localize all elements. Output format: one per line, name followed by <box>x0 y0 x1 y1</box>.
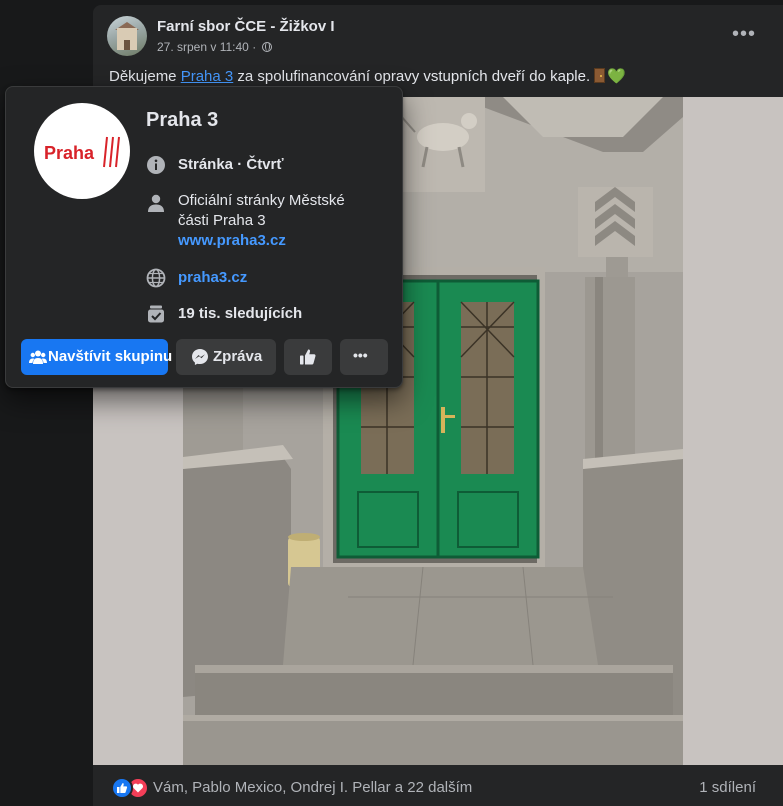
praha-logo-bars-icon <box>103 136 120 168</box>
post-header: Farní sbor ČCE - Žižkov I 27. srpen v 11… <box>107 16 783 58</box>
hovercard-followers: 19 tis. sledujících <box>178 305 303 322</box>
description-link[interactable]: www.praha3.cz <box>178 231 368 251</box>
person-icon <box>148 194 164 212</box>
door-emoji-icon <box>594 68 606 83</box>
like-page-button[interactable] <box>284 339 332 375</box>
shares-count[interactable]: 1 sdílení <box>699 779 756 796</box>
post-date[interactable]: 27. srpen v 11:40 <box>157 40 249 54</box>
followers-check-icon <box>148 305 164 323</box>
praha3-logo-avatar[interactable]: Praha <box>34 103 130 199</box>
description-text: Oficiální stránky Městské části Praha 3 <box>178 192 345 229</box>
post-text: Děkujeme Praha 3 za spolufinancování opr… <box>109 67 626 85</box>
visit-group-label: Navštívit skupinu <box>48 348 173 365</box>
post-text-end: za spolufinancování opravy vstupních dve… <box>233 68 591 85</box>
praha-logo-text: Praha <box>44 143 95 163</box>
messenger-icon <box>192 349 208 365</box>
page-name-link[interactable]: Farní sbor ČCE - Žižkov I <box>157 18 335 35</box>
group-icon <box>29 350 47 364</box>
thumbs-up-icon <box>300 349 316 365</box>
globe-icon <box>261 42 272 52</box>
avatar-door-shape <box>124 40 130 50</box>
hovercard-description: Oficiální stránky Městské části Praha 3 … <box>178 191 368 251</box>
message-label: Zpráva <box>213 348 263 365</box>
hovercard-type: Stránka · Čtvrť <box>178 156 284 173</box>
more-options-dots-icon: ••• <box>353 347 368 363</box>
mention-praha3-link[interactable]: Praha 3 <box>181 68 234 85</box>
message-button[interactable]: Zpráva <box>176 339 276 375</box>
post-more-button[interactable]: ••• <box>727 24 761 48</box>
post-meta: 27. srpen v 11:40 · <box>157 40 272 54</box>
visit-group-button[interactable]: Navštívit skupinu <box>21 339 172 375</box>
info-icon <box>147 156 165 174</box>
hovercard-title[interactable]: Praha 3 <box>146 109 218 132</box>
globe-icon <box>146 268 166 288</box>
meta-separator: · <box>252 40 257 54</box>
like-reaction-icon[interactable] <box>111 777 133 799</box>
post-text-start: Děkujeme <box>109 68 181 85</box>
more-options-button[interactable]: ••• <box>340 339 388 375</box>
page-hovercard: Praha Praha 3 Stránka · Čtvrť Oficiální … <box>5 86 403 388</box>
reactions-summary[interactable]: Vám, Pablo Mexico, Ondrej I. Pellar a 22… <box>153 779 472 796</box>
hovercard-website-link[interactable]: praha3.cz <box>178 269 247 286</box>
post-footer: Vám, Pablo Mexico, Ondrej I. Pellar a 22… <box>93 765 783 806</box>
page-avatar[interactable] <box>107 16 147 56</box>
green-heart-emoji-icon: 💚 <box>607 68 626 85</box>
